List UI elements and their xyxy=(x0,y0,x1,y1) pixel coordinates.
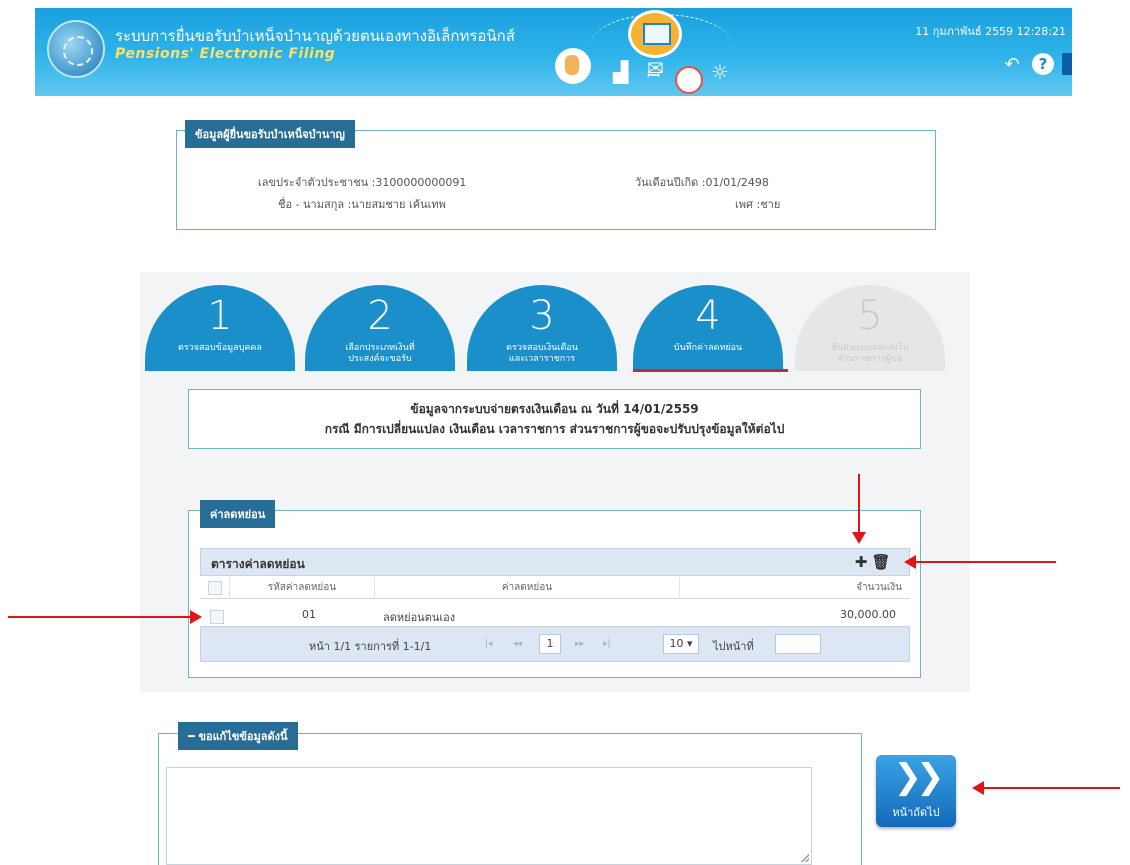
double-chevron-right-icon: ❯❯ xyxy=(893,757,945,797)
applicant-info-legend: ข้อมูลผู้ยื่นขอรับบำเหน็จบำนาญ xyxy=(185,120,355,148)
next-page-icon[interactable]: ▸▸ xyxy=(575,639,584,649)
step-label: ตรวจสอบข้อมูลบุคคล xyxy=(178,343,262,353)
header-actions: ↶ ? xyxy=(1000,52,1072,76)
salary-data-notice: ข้อมูลจากระบบจ่ายตรงเงินเดือน ณ วันที่ 1… xyxy=(188,389,921,449)
column-header-name[interactable]: ค่าลดหย่อน xyxy=(375,577,680,599)
step-4[interactable]: 4 บันทึกค่าลดหย่อน xyxy=(633,285,783,371)
select-all-column xyxy=(200,577,230,599)
collapse-icon[interactable]: ━ xyxy=(188,730,198,743)
notice-line-1: ข้อมูลจากระบบจ่ายตรงเงินเดือน ณ วันที่ 1… xyxy=(410,402,699,416)
annotation-arrow-to-checkbox xyxy=(8,610,202,624)
date-of-birth: วันเดือนปีเกิด :01/01/2498 xyxy=(635,176,769,189)
last-page-icon[interactable]: ▸| xyxy=(603,639,611,649)
deduction-table-caption: ตารางค่าลดหย่อน xyxy=(211,557,305,571)
notice-line-2: กรณี มีการเปลี่ยนแปลง เงินเดือน เวลาราชก… xyxy=(324,422,785,436)
column-header-code[interactable]: รหัสค่าลดหย่อน xyxy=(230,577,375,599)
comment-legend: ━ ขอแก้ไขข้อมูลดังนี้ xyxy=(178,722,298,750)
app-title-english: Pensions' Electronic Filing xyxy=(115,46,336,62)
page-number-input[interactable]: 1 xyxy=(539,634,561,654)
app-header: ระบบการยื่นขอรับบำเหน็จบำนาญด้วยตนเองทาง… xyxy=(35,8,1072,96)
step-3[interactable]: 3 ตรวจสอบเงินเดือนและเวลาราชการ xyxy=(467,285,617,371)
app-title-thai: ระบบการยื่นขอรับบำเหน็จบำนาญด้วยตนเองทาง… xyxy=(115,27,515,45)
back-arrow-icon[interactable]: ↶ xyxy=(1000,52,1024,76)
step-number: 5 xyxy=(857,293,883,339)
magnifier-icon xyxy=(675,66,703,94)
step-1[interactable]: 1 ตรวจสอบข้อมูลบุคคล xyxy=(145,285,295,371)
next-page-button[interactable]: ❯❯ หน้าถัดไป xyxy=(876,755,956,827)
step-5: 5 ยืนยันแบบและส่งไปส่วนราชการผู้ขอ xyxy=(795,285,945,371)
chart-icon: ▟ xyxy=(613,60,629,84)
annotation-arrow-to-trash xyxy=(904,555,1056,569)
lightbulb-icon: ☼ xyxy=(711,60,729,84)
column-header-amount[interactable]: จำนวนเงิน xyxy=(680,577,910,599)
row-deduction-name: ลดหย่อนตนเอง xyxy=(383,611,456,624)
row-amount: 30,000.00 xyxy=(840,608,896,621)
comment-legend-label: ขอแก้ไขข้อมูลดังนี้ xyxy=(198,730,288,743)
help-icon[interactable]: ? xyxy=(1032,53,1054,75)
step-label: บันทึกค่าลดหย่อน xyxy=(673,343,743,353)
deduction-legend: ค่าลดหย่อน xyxy=(200,500,276,528)
first-page-icon[interactable]: |◂ xyxy=(485,639,493,649)
resize-handle-icon[interactable] xyxy=(801,854,809,862)
comment-textarea[interactable] xyxy=(166,767,812,865)
page-size-select[interactable]: 10 ▾ xyxy=(663,634,699,654)
step-number: 1 xyxy=(207,293,233,339)
next-page-label: หน้าถัดไป xyxy=(892,806,940,819)
full-name: ชื่อ - นามสกุล :นายสมชาย เค้นเทพ xyxy=(278,198,446,211)
seal-logo xyxy=(47,20,105,78)
step-label: ตรวจสอบเงินเดือนและเวลาราชการ xyxy=(506,343,578,364)
step-number: 3 xyxy=(529,293,555,339)
grid-pager: หน้า 1/1 รายการที่ 1-1/1 |◂ ◂◂ 1 ▸▸ ▸| 1… xyxy=(200,626,910,662)
prev-page-icon[interactable]: ◂◂ xyxy=(513,639,522,649)
step-number: 4 xyxy=(695,293,721,339)
step-label: เลือกประเภทเงินที่ประสงค์จะขอรับ xyxy=(345,343,415,364)
gender: เพศ :ชาย xyxy=(735,198,781,211)
step-number: 2 xyxy=(367,293,393,339)
plus-icon[interactable]: ✚ xyxy=(853,553,869,571)
active-step-indicator xyxy=(633,369,788,372)
row-code: 01 xyxy=(302,608,316,621)
citizen-id: เลขประจำตัวประชาชน :3100000000091 xyxy=(258,176,467,189)
current-datetime: 11 กุมภาพันธ์ 2559 12:28:21 xyxy=(915,25,1066,38)
annotation-arrow-down xyxy=(852,474,866,544)
trash-icon[interactable]: 🗑 xyxy=(871,553,890,571)
menu-edge-icon[interactable] xyxy=(1062,53,1072,75)
pager-info: หน้า 1/1 รายการที่ 1-1/1 xyxy=(309,640,432,653)
touch-hand-icon xyxy=(555,48,591,84)
select-all-checkbox[interactable] xyxy=(208,581,222,595)
goto-page-label: ไปหน้าที่ xyxy=(713,640,754,653)
monitor-icon xyxy=(628,10,682,58)
mail-icon: ✉ xyxy=(647,56,664,80)
annotation-arrow-to-next xyxy=(972,781,1120,795)
step-2[interactable]: 2 เลือกประเภทเงินที่ประสงค์จะขอรับ xyxy=(305,285,455,371)
step-label: ยืนยันแบบและส่งไปส่วนราชการผู้ขอ xyxy=(831,343,909,364)
deduction-grid-header: ตารางค่าลดหย่อน ✚ 🗑 xyxy=(200,548,910,576)
goto-page-input[interactable] xyxy=(775,634,821,654)
row-checkbox[interactable] xyxy=(210,610,224,624)
